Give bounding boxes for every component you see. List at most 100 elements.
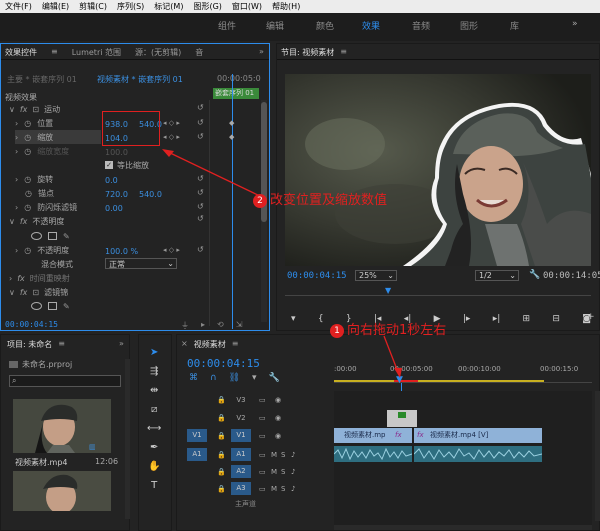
ec-scrollbar[interactable]: [261, 100, 267, 322]
workspace-tab-color[interactable]: 颜色: [316, 19, 334, 32]
eye-icon[interactable]: ◉: [275, 414, 289, 422]
lock-icon[interactable]: 🔒: [217, 414, 231, 422]
track-select-icon[interactable]: ⇶: [150, 366, 158, 377]
tab-source[interactable]: 源：(无剪辑): [135, 47, 181, 58]
rectangle-mask-icon[interactable]: [48, 232, 57, 240]
mark-in-icon[interactable]: {: [318, 314, 324, 324]
wrench-icon[interactable]: 🔧: [529, 270, 540, 280]
flicker-value[interactable]: 0.00: [105, 204, 123, 213]
work-area-bar[interactable]: [334, 380, 544, 382]
solo-button[interactable]: S: [281, 485, 291, 493]
keyframe-nav-icon[interactable]: ◂ ◇ ▸: [163, 246, 180, 254]
fx-icon[interactable]: fx: [20, 217, 28, 226]
video-clip-2[interactable]: 视频素材.mp4 [V]: [414, 428, 542, 443]
sync-icon[interactable]: ▭: [259, 468, 271, 476]
pen-tool-icon[interactable]: ✒: [150, 442, 158, 453]
type-tool-icon[interactable]: T: [151, 480, 157, 491]
ellipse-mask-icon[interactable]: [31, 302, 42, 310]
sync-icon[interactable]: ▭: [259, 432, 275, 440]
nested-clip-v2[interactable]: [387, 410, 417, 427]
menu-sequence[interactable]: 序列(S): [112, 1, 149, 12]
export-icon[interactable]: ⇲: [236, 320, 243, 331]
workspace-tab-libraries[interactable]: 库: [510, 19, 519, 32]
workspace-tab-editing[interactable]: 编辑: [266, 19, 284, 32]
source-target-v1[interactable]: V1: [187, 429, 207, 442]
program-monitor-title[interactable]: 节目: 视频素材: [281, 47, 334, 58]
stopwatch-icon[interactable]: ◷: [24, 133, 31, 142]
uniform-scale-checkbox[interactable]: ✓: [105, 161, 113, 169]
microphone-icon[interactable]: ♪: [291, 468, 301, 476]
timeline-title[interactable]: 视频素材: [194, 339, 226, 350]
snap-icon[interactable]: ∩: [210, 373, 217, 383]
sequence-path-label[interactable]: 视频素材 * 嵌套序列 01: [97, 74, 183, 85]
panel-menu-icon[interactable]: ≡: [232, 339, 239, 350]
sync-icon[interactable]: ▭: [259, 451, 271, 459]
reset-icon[interactable]: ↺: [197, 103, 204, 112]
opacity-section-row[interactable]: ∨ fx 不透明度: [9, 214, 64, 228]
step-forward-icon[interactable]: |▸: [463, 314, 471, 324]
mute-button[interactable]: M: [271, 485, 281, 493]
slip-icon[interactable]: ⟷: [147, 423, 161, 434]
eye-icon[interactable]: ◉: [275, 396, 289, 404]
program-scrubber[interactable]: ▼: [285, 286, 591, 296]
track-target-a3[interactable]: A3: [231, 482, 251, 495]
microphone-icon[interactable]: ♪: [291, 485, 301, 493]
sync-icon[interactable]: ▭: [259, 414, 275, 422]
source-target-a1[interactable]: A1: [187, 448, 207, 461]
rectangle-mask-icon[interactable]: [48, 302, 57, 310]
pen-icon[interactable]: ✎: [63, 232, 70, 241]
clip-thumbnail[interactable]: ▥: [13, 399, 111, 453]
goto-out-icon[interactable]: ▸|: [493, 314, 501, 324]
add-marker-icon[interactable]: ▾: [252, 373, 257, 383]
marker-icon[interactable]: ▾: [291, 314, 296, 324]
mute-button[interactable]: M: [271, 468, 281, 476]
pen-icon[interactable]: ✎: [63, 302, 70, 311]
filter-icon[interactable]: ⏚: [181, 320, 189, 331]
loop-icon[interactable]: ⟲: [217, 320, 224, 331]
keyframe-nav-icon[interactable]: ◂ ◇ ▸: [163, 119, 180, 127]
lock-icon[interactable]: 🔒: [217, 451, 231, 459]
time-ruler[interactable]: :00:00 00:00:05:00 00:00:10:00 00:00:15:…: [334, 361, 592, 383]
blend-mode-select[interactable]: 正常 ⌄: [105, 258, 177, 269]
fx-icon[interactable]: fx: [20, 105, 28, 114]
anchor-x-value[interactable]: 720.0: [105, 190, 128, 199]
tab-effect-controls[interactable]: 效果控件: [5, 47, 37, 58]
stopwatch-icon[interactable]: ◷: [24, 246, 31, 255]
nest-icon[interactable]: ⌘: [189, 373, 198, 383]
stopwatch-icon[interactable]: ◷: [24, 203, 31, 212]
program-timecode[interactable]: 00:00:04:15: [287, 271, 347, 281]
tab-audio-mixer[interactable]: 音: [195, 47, 203, 58]
more-tabs-icon[interactable]: »: [259, 47, 264, 56]
lock-icon[interactable]: 🔒: [217, 468, 231, 476]
clip-name[interactable]: 视频素材.mp4: [15, 457, 68, 468]
stopwatch-icon[interactable]: ◷: [24, 175, 31, 184]
fx-icon[interactable]: fx: [20, 288, 28, 297]
timeline-scrollbar[interactable]: [595, 391, 600, 521]
track-label[interactable]: V2: [231, 414, 251, 422]
razor-icon[interactable]: ⧄: [151, 404, 157, 415]
track-target-a1[interactable]: A1: [231, 448, 251, 461]
expand-icon[interactable]: ›: [15, 119, 18, 128]
close-icon[interactable]: ×: [181, 339, 188, 350]
keyframe-nav-icon[interactable]: ◂ ◇ ▸: [163, 133, 180, 141]
mute-button[interactable]: M: [271, 451, 281, 459]
time-remap-row[interactable]: › fx 时间重映射: [9, 271, 70, 285]
timeline-settings-icon[interactable]: 🔧: [269, 373, 280, 383]
rotation-value[interactable]: 0.0: [105, 176, 118, 185]
motion-row[interactable]: ∨ fx ⊡ 运动: [9, 102, 60, 116]
workspace-tab-audio[interactable]: 音频: [412, 19, 430, 32]
more-workspaces-icon[interactable]: »: [572, 19, 578, 29]
menu-marker[interactable]: 标记(M): [149, 1, 188, 12]
track-target-v1[interactable]: V1: [231, 429, 251, 442]
reset-icon[interactable]: ↺: [197, 214, 204, 223]
menu-graphics[interactable]: 图形(G): [188, 1, 226, 12]
ellipse-mask-icon[interactable]: [31, 232, 42, 240]
linked-selection-icon[interactable]: ⛓: [229, 373, 240, 383]
reset-icon[interactable]: ↺: [197, 245, 204, 254]
panel-menu-icon[interactable]: ≡: [340, 47, 347, 58]
opacity-value[interactable]: 100.0 %: [105, 247, 138, 256]
add-button-icon[interactable]: +: [587, 312, 595, 322]
lock-icon[interactable]: 🔒: [217, 432, 231, 440]
keyframe-diamond-icon[interactable]: ◆: [229, 133, 234, 141]
project-panel-title[interactable]: 项目: 未命名: [7, 339, 52, 350]
